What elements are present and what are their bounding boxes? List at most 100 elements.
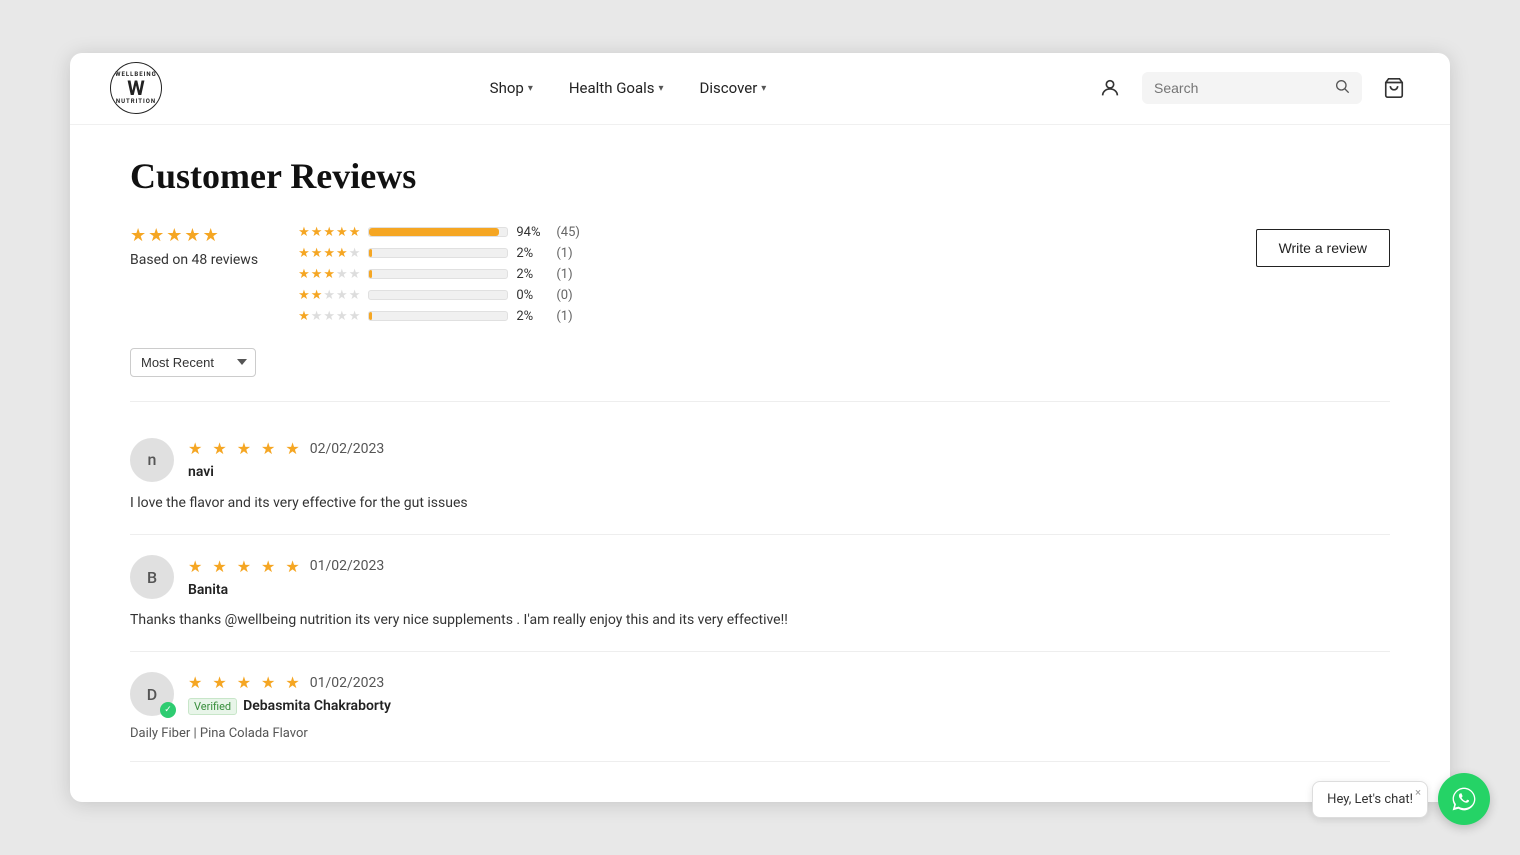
star-icon: ★ bbox=[311, 267, 323, 282]
star-4: ★ bbox=[184, 225, 200, 246]
rating-bar-fill bbox=[369, 270, 372, 278]
verified-label: Verified bbox=[188, 698, 237, 715]
star-icon: ★ bbox=[336, 246, 348, 261]
review-meta: ★ ★ ★ ★ ★ 01/02/2023 Banita bbox=[188, 557, 384, 598]
star-icon: ★ bbox=[323, 288, 335, 303]
review-star: ★ bbox=[261, 557, 275, 576]
review-star: ★ bbox=[188, 439, 202, 458]
review-star: ★ bbox=[285, 673, 299, 692]
rating-bar-container bbox=[368, 227, 508, 237]
review-author-row: Verified Debasmita Chakraborty bbox=[188, 695, 391, 715]
rating-bar-row: ★★★★★2%(1) bbox=[298, 267, 580, 282]
nav-shop[interactable]: Shop ▾ bbox=[490, 79, 533, 97]
whatsapp-button[interactable] bbox=[1438, 773, 1490, 825]
star-icon: ★ bbox=[336, 225, 348, 240]
chat-bubble: × Hey, Let's chat! bbox=[1312, 781, 1428, 818]
rating-bar-count: (1) bbox=[556, 246, 572, 261]
rating-bar-pct: 2% bbox=[516, 267, 548, 282]
rating-bar-container bbox=[368, 311, 508, 321]
search-box[interactable] bbox=[1142, 72, 1362, 104]
nav-health-goals[interactable]: Health Goals ▾ bbox=[569, 79, 664, 97]
rating-bar-fill bbox=[369, 312, 372, 320]
star-icon: ★ bbox=[311, 288, 323, 303]
main-nav: Shop ▾ Health Goals ▾ Discover ▾ bbox=[162, 79, 1094, 97]
rating-bar-container bbox=[368, 269, 508, 279]
reviewer-name: Debasmita Chakraborty bbox=[243, 698, 391, 714]
star-3: ★ bbox=[166, 225, 182, 246]
review-star: ★ bbox=[285, 439, 299, 458]
star-icon: ★ bbox=[323, 225, 335, 240]
search-icon bbox=[1334, 78, 1350, 98]
nav-right bbox=[1094, 72, 1410, 104]
review-star: ★ bbox=[188, 673, 202, 692]
review-star: ★ bbox=[237, 439, 251, 458]
review-star: ★ bbox=[285, 557, 299, 576]
rating-bar-container bbox=[368, 290, 508, 300]
review-date: 02/02/2023 bbox=[310, 441, 385, 457]
star-icon: ★ bbox=[349, 309, 361, 324]
review-author-row: Banita bbox=[188, 579, 384, 598]
review-star: ★ bbox=[212, 557, 226, 576]
chevron-down-icon: ▾ bbox=[659, 83, 664, 94]
rating-bars: ★★★★★94%(45)★★★★★2%(1)★★★★★2%(1)★★★★★0%(… bbox=[298, 225, 580, 324]
nav-health-goals-label: Health Goals bbox=[569, 79, 655, 97]
star-5: ★ bbox=[203, 225, 219, 246]
chevron-down-icon: ▾ bbox=[528, 83, 533, 94]
chat-widget: × Hey, Let's chat! bbox=[1312, 773, 1490, 825]
write-review-button[interactable]: Write a review bbox=[1256, 229, 1390, 267]
rating-bar-count: (1) bbox=[556, 267, 572, 282]
rating-bar-row: ★★★★★94%(45) bbox=[298, 225, 580, 240]
review-item: D✓★★★★★01/02/2023VerifiedDebasmita Chakr… bbox=[130, 652, 1390, 762]
close-icon[interactable]: × bbox=[1415, 786, 1421, 799]
logo[interactable]: WELLBEING W NUTRITION bbox=[110, 62, 162, 114]
star-icon: ★ bbox=[349, 246, 361, 261]
rating-bar-count: (45) bbox=[556, 225, 580, 240]
review-star: ★ bbox=[188, 557, 202, 576]
reviews-summary-top: ★ ★ ★ ★ ★ Based on 48 reviews ★★★★★94%(4… bbox=[130, 225, 1390, 348]
star-icon: ★ bbox=[298, 267, 310, 282]
page-title: Customer Reviews bbox=[130, 155, 1390, 197]
logo-bottom-text: NUTRITION bbox=[116, 98, 156, 105]
review-stars-date: ★ ★ ★ ★ ★ 02/02/2023 bbox=[188, 439, 384, 458]
rating-bar-stars: ★★★★★ bbox=[298, 267, 360, 282]
review-header: n★★★★★02/02/2023navi bbox=[130, 438, 1390, 482]
divider bbox=[130, 401, 1390, 402]
cart-icon[interactable] bbox=[1378, 72, 1410, 104]
avatar: n bbox=[130, 438, 174, 482]
review-star: ★ bbox=[237, 557, 251, 576]
review-star: ★ bbox=[261, 673, 275, 692]
star-icon: ★ bbox=[323, 267, 335, 282]
header: WELLBEING W NUTRITION Shop ▾ Health Goal… bbox=[70, 53, 1450, 125]
search-input[interactable] bbox=[1154, 80, 1326, 96]
account-icon[interactable] bbox=[1094, 72, 1126, 104]
review-date: 01/02/2023 bbox=[310, 558, 385, 574]
review-star: ★ bbox=[261, 439, 275, 458]
star-icon: ★ bbox=[298, 225, 310, 240]
star-icon: ★ bbox=[349, 267, 361, 282]
star-1: ★ bbox=[130, 225, 146, 246]
overall-stars: ★ ★ ★ ★ ★ bbox=[130, 225, 258, 246]
rating-bar-pct: 2% bbox=[516, 246, 548, 261]
star-icon: ★ bbox=[323, 246, 335, 261]
filter-row: Most RecentHighest RatingLowest Rating bbox=[130, 348, 1390, 377]
rating-bar-stars: ★★★★★ bbox=[298, 246, 360, 261]
sort-select[interactable]: Most RecentHighest RatingLowest Rating bbox=[130, 348, 256, 377]
review-item: n★★★★★02/02/2023naviI love the flavor an… bbox=[130, 418, 1390, 535]
star-icon: ★ bbox=[323, 309, 335, 324]
rating-bar-pct: 0% bbox=[516, 288, 548, 303]
rating-bar-stars: ★★★★★ bbox=[298, 225, 360, 240]
avatar: B bbox=[130, 555, 174, 599]
review-star: ★ bbox=[212, 439, 226, 458]
review-meta: ★★★★★01/02/2023VerifiedDebasmita Chakrab… bbox=[188, 673, 391, 715]
review-stars-date: ★★★★★01/02/2023 bbox=[188, 673, 391, 692]
star-icon: ★ bbox=[349, 288, 361, 303]
star-icon: ★ bbox=[298, 309, 310, 324]
nav-discover[interactable]: Discover ▾ bbox=[700, 79, 767, 97]
rating-bar-row: ★★★★★0%(0) bbox=[298, 288, 580, 303]
review-star: ★ bbox=[237, 673, 251, 692]
star-icon: ★ bbox=[336, 288, 348, 303]
review-header: D✓★★★★★01/02/2023VerifiedDebasmita Chakr… bbox=[130, 672, 1390, 716]
star-icon: ★ bbox=[336, 267, 348, 282]
reviews-summary: ★ ★ ★ ★ ★ Based on 48 reviews ★★★★★94%(4… bbox=[130, 225, 580, 324]
rating-bar-pct: 2% bbox=[516, 309, 548, 324]
